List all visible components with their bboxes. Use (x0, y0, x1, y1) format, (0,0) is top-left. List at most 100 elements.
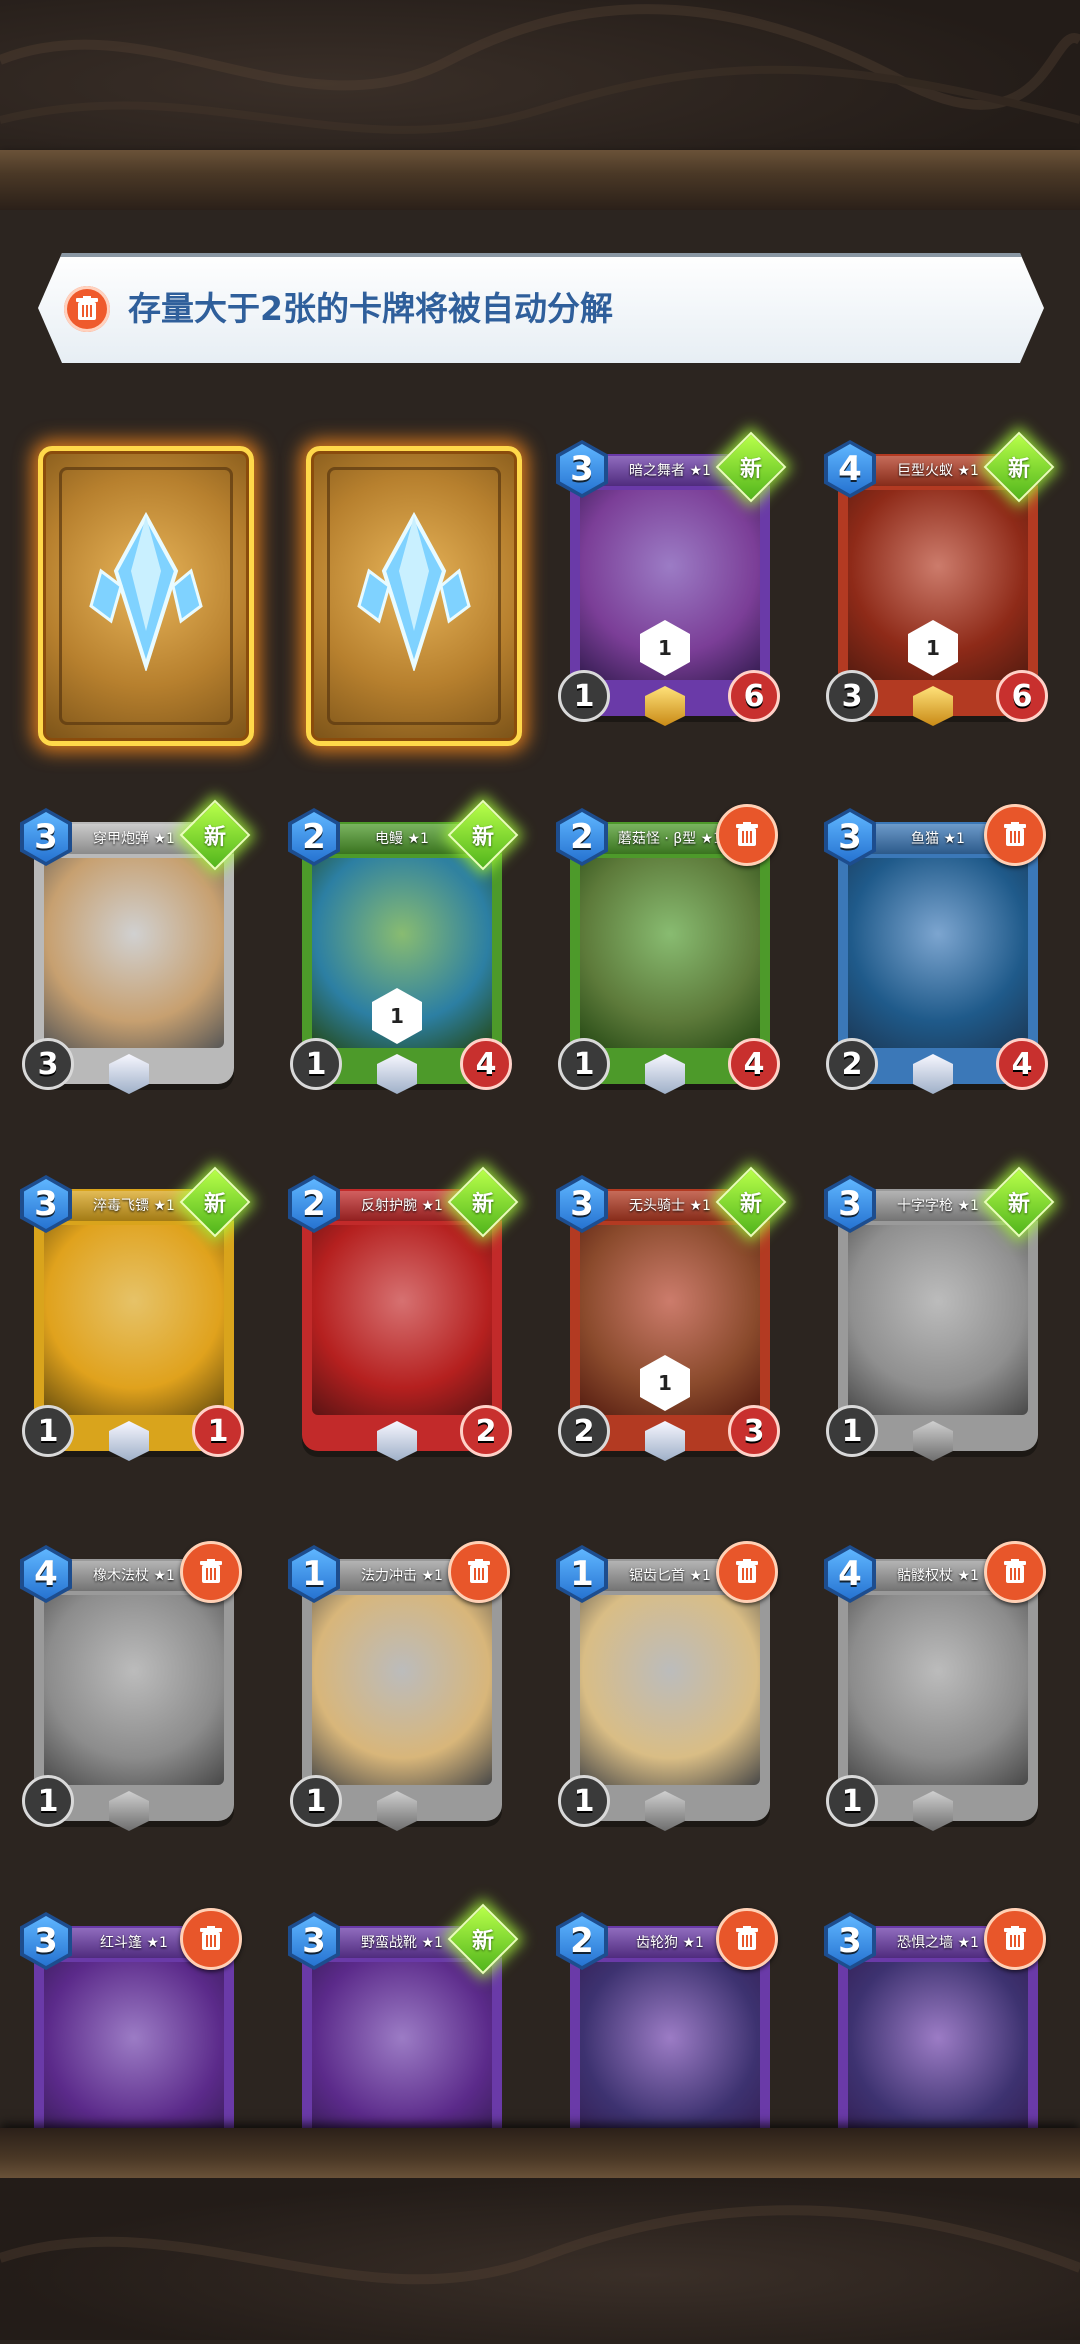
skill-value: 1 (658, 1371, 672, 1395)
health-stat: 2 (460, 1405, 512, 1457)
new-label: 新 (1007, 1192, 1030, 1217)
card[interactable]: 橡木法杖 ★1 4 1 (20, 1541, 242, 1831)
card-art (580, 1595, 760, 1785)
card-art (44, 1595, 224, 1785)
cost-value: 3 (828, 1179, 872, 1229)
new-label: 新 (471, 1929, 494, 1954)
new-badge: 新 (707, 423, 795, 511)
cost-value: 3 (560, 1179, 604, 1229)
cost-value: 2 (292, 1179, 336, 1229)
new-badge: 新 (975, 1158, 1063, 1246)
skill-value: 1 (390, 1004, 404, 1028)
cost-value: 3 (24, 1179, 68, 1229)
card[interactable]: 法力冲击 ★1 1 1 (288, 1541, 510, 1831)
cost-value: 3 (24, 812, 68, 862)
trash-icon[interactable] (984, 1541, 1046, 1603)
new-label: 新 (739, 457, 762, 482)
new-badge: 新 (707, 1158, 795, 1246)
bottom-decorative-frame (0, 2178, 1080, 2340)
trash-icon[interactable] (180, 1908, 242, 1970)
attack-stat: 1 (22, 1405, 74, 1457)
card[interactable]: 鱼猫 ★1 3 2 4 (824, 804, 1048, 1094)
ornament-pattern (0, 2205, 1080, 2285)
new-label: 新 (1007, 457, 1030, 482)
frame-bottom-edge (0, 2128, 1080, 2178)
notice-text: 存量大于2张的卡牌将被自动分解 (128, 289, 613, 328)
health-stat: 6 (728, 670, 780, 722)
attack-stat: 1 (826, 1405, 878, 1457)
crystal-icon (89, 511, 203, 671)
attack-stat: 1 (290, 1775, 342, 1827)
card[interactable]: 锯齿匕首 ★1 1 1 (556, 1541, 778, 1831)
cost-value: 4 (828, 1549, 872, 1599)
trash-icon[interactable] (180, 1541, 242, 1603)
cost-value: 3 (828, 1916, 872, 1966)
health-stat: 4 (728, 1038, 780, 1090)
cost-value: 3 (24, 1916, 68, 1966)
attack-stat: 1 (558, 670, 610, 722)
health-stat: 3 (728, 1405, 780, 1457)
new-badge: 新 (171, 1158, 259, 1246)
card-art (44, 1962, 224, 2152)
cost-value: 2 (292, 812, 336, 862)
card[interactable]: 暗之舞者 ★1 3 新 1 1 6 (556, 431, 787, 726)
crystal-icon (357, 511, 471, 671)
new-label: 新 (471, 825, 494, 850)
card[interactable]: 穿甲炮弹 ★1 3 新 3 (20, 799, 251, 1094)
trash-icon[interactable] (984, 1908, 1046, 1970)
cost-value: 3 (292, 1916, 336, 1966)
card-back-2[interactable] (306, 446, 522, 746)
trash-icon[interactable] (716, 1541, 778, 1603)
cost-value: 4 (24, 1549, 68, 1599)
health-stat: 4 (996, 1038, 1048, 1090)
new-label: 新 (471, 1192, 494, 1217)
card-art (44, 858, 224, 1048)
card-art (312, 1225, 492, 1415)
new-label: 新 (203, 1192, 226, 1217)
cost-value: 1 (560, 1549, 604, 1599)
card[interactable]: 无头骑士 ★1 3 新 1 2 3 (556, 1166, 787, 1461)
trash-icon[interactable] (716, 1908, 778, 1970)
attack-stat: 1 (558, 1775, 610, 1827)
health-stat: 4 (460, 1038, 512, 1090)
health-stat: 6 (996, 670, 1048, 722)
cost-value: 4 (828, 444, 872, 494)
skill-value: 1 (658, 636, 672, 660)
card-art (848, 1962, 1028, 2152)
card[interactable]: 巨型火蚁 ★1 4 新 1 3 6 (824, 431, 1055, 726)
attack-stat: 1 (558, 1038, 610, 1090)
card[interactable]: 电鳗 ★1 2 新 1 1 4 (288, 799, 519, 1094)
attack-stat: 3 (826, 670, 878, 722)
cost-value: 3 (828, 812, 872, 862)
attack-stat: 1 (826, 1775, 878, 1827)
trash-icon (64, 286, 110, 332)
new-badge: 新 (439, 1158, 527, 1246)
card-back-1[interactable] (38, 446, 254, 746)
card[interactable]: 淬毒飞镖 ★1 3 新 1 1 (20, 1166, 251, 1461)
new-badge: 新 (975, 423, 1063, 511)
trash-icon[interactable] (984, 804, 1046, 866)
new-badge: 新 (439, 1895, 527, 1983)
card[interactable]: 反射护腕 ★1 2 新 2 (288, 1166, 519, 1461)
card[interactable]: 十字字枪 ★1 3 新 1 (824, 1166, 1055, 1461)
card-art (580, 1962, 760, 2152)
skill-value: 1 (926, 636, 940, 660)
attack-stat: 1 (22, 1775, 74, 1827)
new-label: 新 (739, 1192, 762, 1217)
cost-value: 2 (560, 812, 604, 862)
new-label: 新 (203, 825, 226, 850)
trash-icon[interactable] (716, 804, 778, 866)
attack-stat: 1 (290, 1038, 342, 1090)
card[interactable]: 蘑菇怪 · β型 ★1 2 1 4 (556, 804, 780, 1094)
card-art (312, 1962, 492, 2152)
card-art (580, 858, 760, 1048)
card-art (44, 1225, 224, 1415)
health-stat: 1 (192, 1405, 244, 1457)
card-art (312, 1595, 492, 1785)
trash-icon[interactable] (448, 1541, 510, 1603)
new-badge: 新 (171, 791, 259, 879)
card[interactable]: 骷髅权杖 ★1 4 1 (824, 1541, 1046, 1831)
cost-value: 1 (292, 1549, 336, 1599)
cost-value: 2 (560, 1916, 604, 1966)
attack-stat: 3 (22, 1038, 74, 1090)
